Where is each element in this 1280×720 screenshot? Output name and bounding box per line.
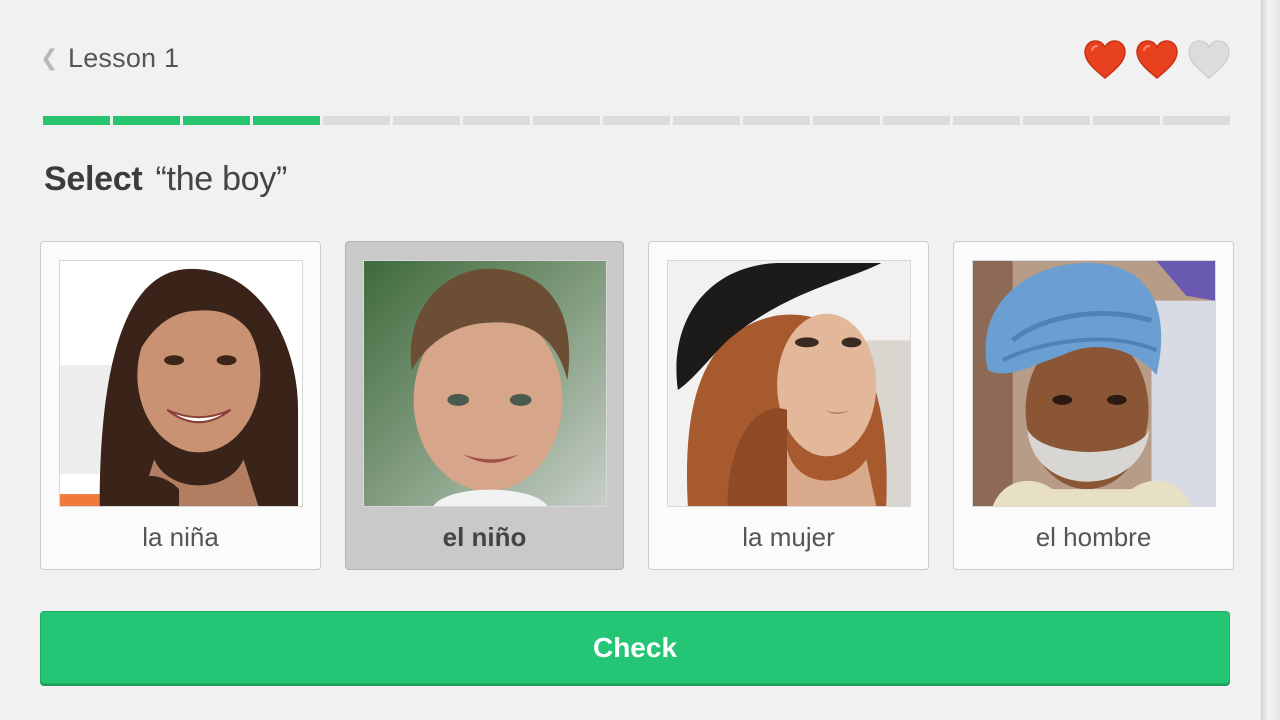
choice-label: el hombre bbox=[1035, 522, 1152, 552]
lesson-screen: ❮ Lesson 1 Select “the boy” la niña el n… bbox=[0, 0, 1262, 720]
progress-segment bbox=[1023, 116, 1090, 125]
window-edge bbox=[1262, 0, 1280, 720]
progress-segment bbox=[883, 116, 950, 125]
progress-segment bbox=[603, 116, 670, 125]
choice-cards: la niña el niño la mujer el hombre bbox=[40, 241, 1234, 570]
lesson-progress-bar bbox=[43, 116, 1230, 125]
girl-photo bbox=[59, 260, 303, 507]
hearts-indicator bbox=[1083, 40, 1231, 80]
progress-segment-complete bbox=[183, 116, 250, 125]
choice-label: el niño bbox=[442, 522, 527, 552]
heart-icon bbox=[1135, 40, 1179, 80]
choice-label: la mujer bbox=[742, 522, 835, 552]
progress-segment bbox=[533, 116, 600, 125]
progress-segment bbox=[813, 116, 880, 125]
progress-segment bbox=[1163, 116, 1230, 125]
chevron-left-icon: ❮ bbox=[40, 45, 59, 70]
progress-segment bbox=[673, 116, 740, 125]
choice-card-el-hombre[interactable]: el hombre bbox=[953, 241, 1234, 570]
progress-segment-complete bbox=[113, 116, 180, 125]
man-photo bbox=[972, 260, 1216, 507]
progress-segment bbox=[393, 116, 460, 125]
progress-segment-complete bbox=[253, 116, 320, 125]
choice-card-la-nina[interactable]: la niña bbox=[40, 241, 321, 570]
back-button[interactable]: ❮ Lesson 1 bbox=[40, 40, 179, 76]
progress-segment bbox=[953, 116, 1020, 125]
choice-card-la-mujer[interactable]: la mujer bbox=[648, 241, 929, 570]
check-button[interactable]: Check bbox=[40, 611, 1230, 684]
progress-segment-complete bbox=[43, 116, 110, 125]
progress-segment bbox=[463, 116, 530, 125]
heart-empty-icon bbox=[1187, 40, 1231, 80]
progress-segment bbox=[743, 116, 810, 125]
progress-segment bbox=[1093, 116, 1160, 125]
lesson-title: Lesson 1 bbox=[68, 42, 180, 73]
choice-card-el-nino[interactable]: el niño bbox=[345, 241, 624, 570]
choice-label: la niña bbox=[142, 522, 219, 552]
prompt-target: “the boy” bbox=[155, 160, 288, 198]
boy-photo bbox=[363, 260, 607, 507]
question-prompt: Select “the boy” bbox=[44, 160, 287, 199]
heart-icon bbox=[1083, 40, 1127, 80]
prompt-verb: Select bbox=[44, 160, 143, 198]
progress-segment bbox=[323, 116, 390, 125]
woman-photo bbox=[667, 260, 911, 507]
